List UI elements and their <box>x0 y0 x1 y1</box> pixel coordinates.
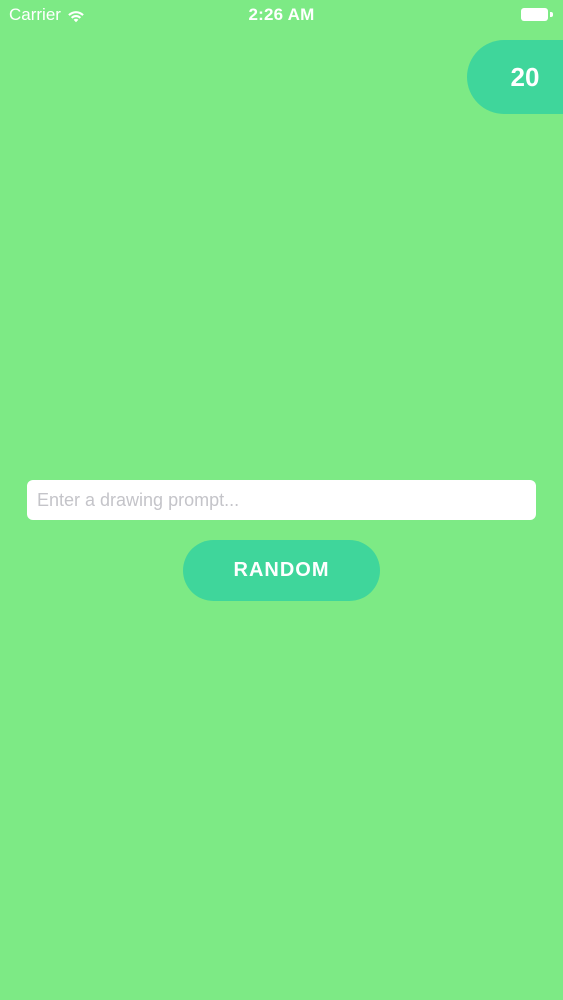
battery-icon <box>521 7 554 22</box>
counter-badge[interactable]: 20 <box>467 40 563 114</box>
battery-tip <box>550 12 553 17</box>
status-bar: Carrier 2:26 AM <box>0 0 563 30</box>
status-time: 2:26 AM <box>248 5 315 24</box>
counter-value: 20 <box>510 61 540 92</box>
battery-body <box>521 8 548 21</box>
drawing-prompt-input[interactable] <box>27 480 536 520</box>
random-button[interactable]: RANDOM <box>183 540 380 601</box>
